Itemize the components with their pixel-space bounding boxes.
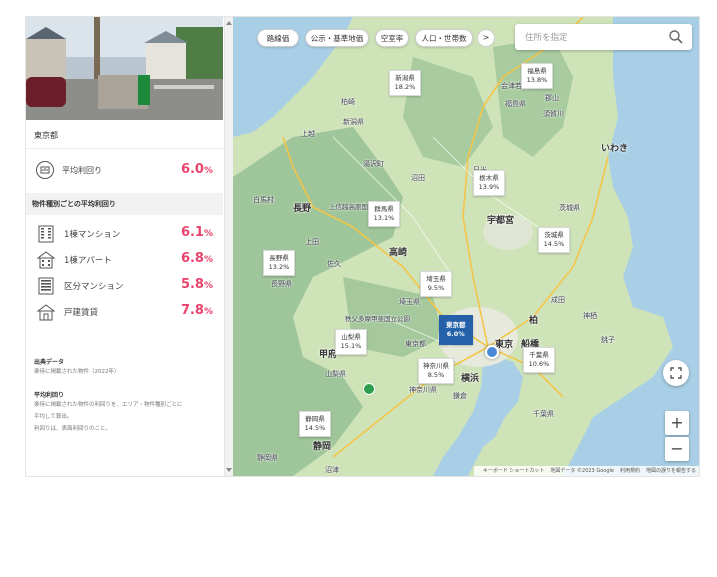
chip-route-price[interactable]: 路線価 — [257, 29, 299, 47]
park-poi-icon[interactable] — [363, 383, 375, 395]
map-label: 長野 — [293, 204, 312, 214]
average-note-text: 平均して算出。 — [34, 414, 73, 420]
prefecture-card[interactable]: 山梨県 15.1% — [335, 329, 367, 355]
map-terrain — [233, 17, 699, 476]
fullscreen-icon — [670, 367, 682, 379]
chips-next-button[interactable]: > — [477, 29, 495, 47]
region-name: 東京都 — [34, 131, 58, 140]
map-label: 新潟県 — [343, 118, 364, 126]
address-search-input[interactable] — [523, 29, 667, 47]
type-row-apartment: 1棟アパート 6.8% — [26, 248, 223, 272]
type-value: 6.8% — [180, 251, 213, 266]
map-label: 郡山 — [545, 94, 559, 102]
prefecture-card[interactable]: 茨城県 14.5% — [538, 227, 570, 253]
divider — [26, 148, 223, 149]
area-photo — [26, 17, 223, 120]
map-label: 静岡 — [313, 442, 332, 452]
map-label: 埼玉県 — [399, 298, 420, 306]
map-label: 東京都 — [405, 340, 426, 348]
map-label: 宇都宮 — [487, 216, 515, 226]
prefecture-card[interactable]: 埼玉県 9.5% — [420, 271, 452, 297]
average-yield-row: 平均利回り 6.0% — [26, 155, 223, 185]
prefecture-card[interactable]: 群馬県 13.1% — [368, 201, 400, 227]
map-label: 成田 — [551, 296, 565, 304]
source-text: 楽待に掲載された物件（2022年） — [34, 369, 120, 375]
info-panel: 東京都 平均利回り 6.0% 物件種別ごとの平均利回り 1棟マンション 6.1%… — [26, 17, 223, 476]
keyboard-shortcuts-link[interactable]: キーボード ショートカット — [483, 468, 545, 474]
type-value: 6.1% — [180, 225, 213, 240]
prefecture-card-selected[interactable]: 東京都 6.0% — [439, 315, 473, 345]
average-note-text: 利回りは、表面利回りのこと。 — [34, 426, 112, 432]
terms-link[interactable]: 利用規約 — [620, 468, 640, 474]
zoom-in-button[interactable]: + — [665, 411, 689, 435]
map-label: 上越 — [301, 130, 315, 138]
scroll-up-arrow[interactable] — [226, 21, 232, 25]
type-row-house: 戸建賃貸 7.8% — [26, 300, 223, 324]
search-icon[interactable] — [668, 29, 684, 45]
prefecture-card[interactable]: 福島県 13.8% — [521, 63, 553, 89]
type-label: 1棟アパート — [64, 256, 112, 266]
type-value: 7.8% — [180, 303, 213, 318]
map-attribution: キーボード ショートカット 地図データ ©2023 Google 利用規約 地図の誤り… — [473, 466, 699, 476]
type-label: 1棟マンション — [64, 230, 121, 240]
map-label: 高崎 — [389, 248, 408, 258]
prefecture-card[interactable]: 千葉県 10.6% — [523, 347, 555, 373]
map-label: 神奈川県 — [409, 386, 437, 394]
prefecture-card[interactable]: 神奈川県 8.5% — [418, 358, 454, 384]
chip-vacancy-rate[interactable]: 空室率 — [375, 29, 409, 47]
map-label: 沼津 — [325, 466, 339, 474]
scroll-down-arrow[interactable] — [226, 468, 232, 472]
building-icon — [36, 224, 56, 244]
map-label: 長野県 — [271, 280, 292, 288]
map-label: 佐久 — [327, 260, 341, 268]
average-note-title: 平均利回り — [34, 392, 65, 399]
source-title: 出典データ — [34, 359, 65, 366]
prefecture-card[interactable]: 新潟県 18.2% — [389, 70, 421, 96]
map-label: 柏 — [529, 316, 539, 326]
map-view[interactable]: 柏崎 新潟県 上越 会津若松 福島県 郡山 須賀川 いわき 白馬村 長野 上信越… — [233, 17, 699, 476]
map-data-credit: 地図データ ©2023 Google — [550, 468, 614, 474]
map-label: 神栖 — [583, 312, 597, 320]
average-yield-value: 6.0% — [180, 162, 213, 177]
zoom-out-button[interactable]: − — [665, 437, 689, 461]
map-label: 上田 — [305, 238, 319, 246]
average-note-text: 楽待に掲載された物件の利回りを、エリア・物件種別ごとに — [34, 402, 183, 408]
map-label: 秩父多摩甲斐国立公園 — [345, 315, 410, 323]
map-label: 湯沢町 — [363, 160, 384, 168]
map-label: 千葉県 — [533, 410, 554, 418]
house-icon — [36, 302, 56, 322]
map-label: 銚子 — [601, 336, 615, 344]
prefecture-card[interactable]: 長野県 13.2% — [263, 250, 295, 276]
prefecture-card[interactable]: 栃木県 13.9% — [473, 170, 505, 196]
type-row-condo: 区分マンション 5.8% — [26, 274, 223, 298]
map-label: 静岡県 — [257, 454, 278, 462]
prefecture-card[interactable]: 静岡県 14.5% — [299, 411, 331, 437]
map-label: 横浜 — [461, 374, 480, 384]
apartment-icon — [36, 250, 56, 270]
map-label: 茨城県 — [559, 204, 580, 212]
address-search — [515, 24, 692, 50]
map-label: 須賀川 — [543, 110, 564, 118]
chip-population[interactable]: 人口・世帯数 — [415, 29, 473, 47]
map-label: 柏崎 — [341, 98, 355, 106]
type-label: 戸建賃貸 — [64, 308, 99, 318]
map-label: いわき — [601, 144, 629, 154]
yield-icon — [36, 161, 54, 179]
type-section-header: 物件種別ごとの平均利回り — [26, 193, 223, 215]
average-yield-label: 平均利回り — [62, 166, 102, 175]
map-label: 鎌倉 — [453, 392, 467, 400]
app-frame: 東京都 平均利回り 6.0% 物件種別ごとの平均利回り 1棟マンション 6.1%… — [25, 16, 700, 477]
map-label: 白馬村 — [253, 196, 274, 204]
map-label: 沼田 — [411, 174, 425, 182]
condo-icon — [36, 276, 56, 296]
type-label: 区分マンション — [64, 282, 124, 292]
location-pin-icon[interactable] — [485, 345, 499, 359]
type-value: 5.8% — [180, 277, 213, 292]
report-error-link[interactable]: 地図の誤りを報告する — [646, 468, 696, 474]
type-row-building: 1棟マンション 6.1% — [26, 222, 223, 246]
fullscreen-button[interactable] — [663, 360, 689, 386]
chip-land-price[interactable]: 公示・基準地価 — [305, 29, 369, 47]
map-label: 山梨県 — [325, 370, 346, 378]
map-label: 福島県 — [505, 100, 526, 108]
